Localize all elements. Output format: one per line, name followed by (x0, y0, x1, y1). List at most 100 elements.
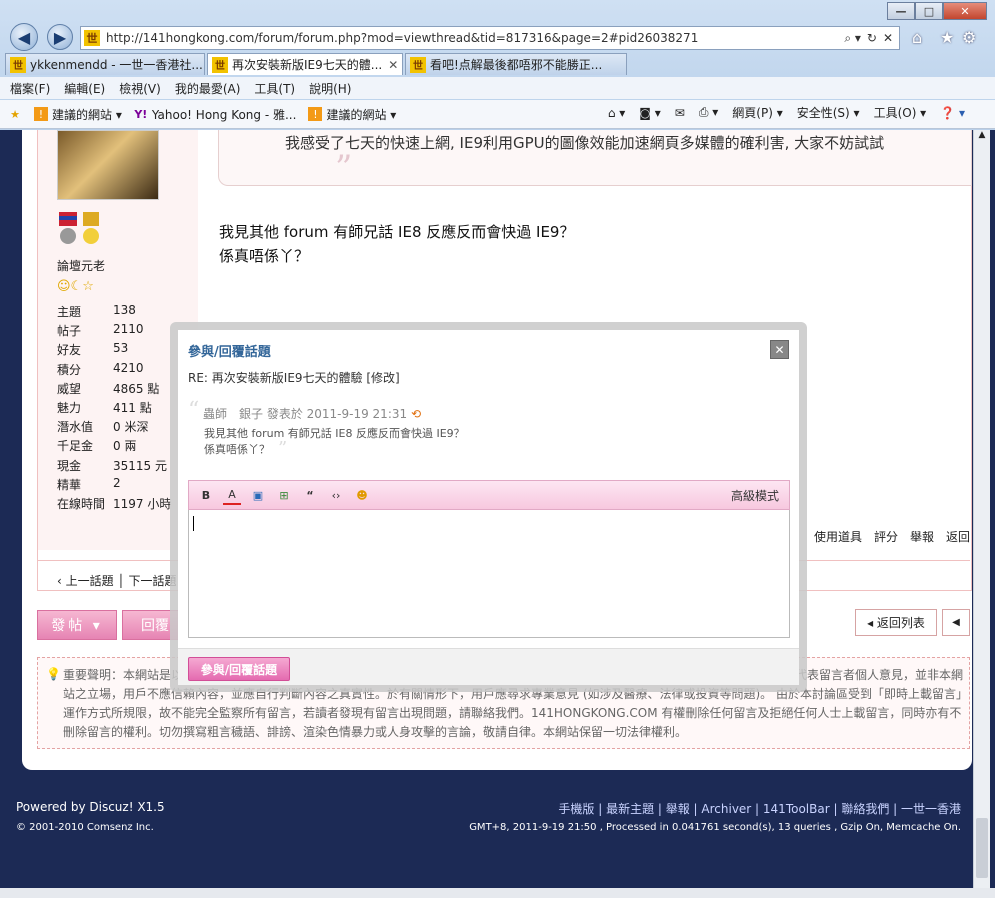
scroll-up-icon[interactable]: ▲ (974, 130, 990, 146)
gear-icon[interactable]: ⚙ (962, 28, 976, 47)
close-icon: ✕ (774, 342, 785, 357)
fav-suggested-1[interactable]: ! 建議的網站 ▾ (34, 106, 122, 123)
url-text[interactable]: http://141hongkong.com/forum/forum.php?m… (106, 31, 844, 45)
quote-author-text: 蟲師 銀子 發表於 2011-9-19 21:31 (203, 407, 408, 421)
fav-label: 建議的網站 ▾ (52, 107, 122, 122)
back-to-list-button[interactable]: ◂ 返回列表 (855, 609, 937, 636)
post-message: 我見其他 forum 有師兄話 IE8 反應反而會快過 IE9？ 係真唔係丫？ (219, 220, 574, 268)
new-post-button[interactable]: 發帖 ▾ (37, 610, 117, 640)
arrow-left-icon: ◀ (17, 27, 31, 47)
menu-file[interactable]: 檔案(F) (10, 80, 50, 97)
use-item-link[interactable]: 使用道具 (814, 528, 862, 545)
rank-stars-icon: ☺☾☆ (57, 279, 94, 294)
close-tab-icon[interactable]: ✕ (388, 58, 398, 72)
stat-label: 千足金 (57, 439, 94, 454)
quoted-message: 我見其他 forum 有師兄話 IE8 反應反而會快過 IE9？ 係真唔係丫？ (204, 426, 465, 458)
tools-menu[interactable]: 工具(O) ▾ (874, 104, 927, 121)
stat-label: 積分 (57, 362, 82, 377)
prev-arrow-button[interactable]: ◀ (942, 609, 970, 636)
reply-arrow-icon[interactable]: ⟲ (411, 407, 421, 421)
reply-subject[interactable]: RE: 再次安裝新版IE9七天的體驗 [修改] (188, 369, 400, 386)
home-icon[interactable]: ⌂ ▾ (608, 106, 625, 120)
stat-value: 411 點 (113, 401, 152, 415)
favorites-star-icon[interactable]: ★ (940, 28, 954, 47)
maximize-button[interactable]: □ (915, 2, 943, 20)
horizontal-scrollbar[interactable] (0, 888, 995, 898)
stat-value: 4865 點 (113, 381, 160, 396)
close-window-button[interactable]: ✕ (943, 2, 987, 20)
stat-label: 現金 (57, 458, 82, 473)
menu-view[interactable]: 檢視(V) (119, 80, 161, 97)
minimize-button[interactable]: — (887, 2, 915, 20)
yahoo-icon: Y! (134, 107, 148, 121)
back-button[interactable]: ◀ (10, 23, 38, 51)
dialog-title: 參與/回覆話題 (188, 345, 271, 360)
footer-links[interactable]: 手機版 | 最新主題 | 舉報 | Archiver | 141ToolBar … (558, 800, 961, 817)
medals (59, 212, 99, 244)
report-link[interactable]: 舉報 (910, 528, 934, 545)
fav-yahoo[interactable]: Y! Yahoo! Hong Kong - 雅... (134, 106, 296, 123)
powered-by[interactable]: Powered by Discuz! X1.5 (16, 800, 165, 814)
address-bar[interactable]: 世 http://141hongkong.com/forum/forum.php… (80, 26, 900, 50)
search-icon[interactable]: ⌕ ▾ (844, 31, 861, 46)
text-caret (193, 516, 194, 531)
vertical-scrollbar[interactable]: ▲ (973, 130, 990, 888)
stat-value: 0 米深 (113, 420, 149, 435)
fav-suggested-2[interactable]: ! 建議的網站 ▾ (308, 106, 396, 123)
reply-textarea[interactable] (188, 510, 790, 638)
stat-label: 魅力 (57, 401, 82, 415)
medal-icon (83, 212, 99, 244)
advanced-mode-link[interactable]: 高級模式 (731, 487, 779, 504)
menu-tools[interactable]: 工具(T) (254, 80, 295, 97)
thread-nav[interactable]: ‹ 上一話題 │ 下一話題 › (57, 572, 185, 589)
stat-label: 帖子 (57, 324, 82, 339)
smiley-icon[interactable]: ☻ (353, 486, 371, 504)
rate-link[interactable]: 評分 (874, 528, 898, 545)
footer-stats: GMT+8, 2011-9-19 21:50 , Processed in 0.… (469, 822, 961, 833)
attachment-icon[interactable]: ⊞ (275, 486, 293, 504)
scroll-thumb[interactable] (976, 818, 988, 878)
site-favicon: 世 (10, 56, 26, 73)
help-icon[interactable]: ❓ ▾ (940, 106, 965, 120)
menu-help[interactable]: 說明(H) (309, 80, 351, 97)
font-color-icon[interactable]: A (223, 485, 241, 505)
stat-value: 53 (113, 341, 129, 356)
copyright: © 2001-2010 Comsenz Inc. (16, 822, 154, 833)
editor-toolbar: B A ▣ ⊞ “ ‹› ☻ 高級模式 (188, 480, 790, 510)
tab-strip: 世 ykkenmendd - 一世一香港社... 世再次安裝新版IE9七天的體..… (5, 53, 627, 77)
star-icon: ★ (10, 107, 20, 121)
refresh-icon[interactable]: ↻ (867, 31, 877, 45)
home-icon[interactable]: ⌂ (912, 28, 922, 47)
bold-icon[interactable]: B (197, 486, 215, 504)
rss-icon[interactable]: ◙ ▾ (639, 106, 660, 120)
quoted-text: 我感受了七天的快速上網, IE9利用GPU的圖像效能加速網頁多媒體的確利害, 大… (285, 134, 885, 152)
stop-icon[interactable]: ✕ (883, 31, 893, 45)
tab-label: 看吧!点解最後都唔邪不能勝正... (430, 58, 603, 72)
window-controls: — □ ✕ (887, 2, 987, 20)
submit-reply-button[interactable]: 參與/回覆話題 (188, 657, 290, 681)
tab-label: ykkenmendd - 一世一香港社... (30, 58, 203, 72)
forward-button[interactable]: ▶ (47, 24, 73, 50)
favorites-star[interactable]: ★ (8, 107, 26, 121)
print-icon[interactable]: ⎙ ▾ (699, 105, 718, 120)
menu-edit[interactable]: 編輯(E) (64, 80, 105, 97)
code-icon[interactable]: ‹› (327, 486, 345, 504)
ie-icon: ! (308, 107, 323, 121)
quote-icon[interactable]: “ (301, 486, 319, 504)
avatar[interactable] (57, 130, 159, 200)
mail-icon[interactable]: ✉ (675, 106, 685, 120)
arrow-left-icon: ◀ (952, 617, 960, 628)
command-bar: ⌂ ▾ ◙ ▾ ✉ ⎙ ▾ 網頁(P) ▾ 安全性(S) ▾ 工具(O) ▾ ❓… (608, 104, 965, 121)
close-dialog-button[interactable]: ✕ (770, 340, 789, 359)
menu-favorites[interactable]: 我的最愛(A) (175, 80, 241, 97)
tab-3[interactable]: 世看吧!点解最後都唔邪不能勝正... (405, 53, 627, 75)
safety-menu[interactable]: 安全性(S) ▾ (797, 104, 860, 121)
stat-value: 2110 (113, 322, 144, 337)
back-link[interactable]: 返回 (946, 528, 970, 545)
stat-label: 精華 (57, 477, 82, 492)
tab-2-active[interactable]: 世再次安裝新版IE9七天的體... ✕ (207, 53, 403, 75)
image-icon[interactable]: ▣ (249, 486, 267, 504)
tab-1[interactable]: 世 ykkenmendd - 一世一香港社... (5, 53, 205, 75)
page-menu[interactable]: 網頁(P) ▾ (732, 104, 782, 121)
quote-close-icon: ” (278, 438, 288, 459)
